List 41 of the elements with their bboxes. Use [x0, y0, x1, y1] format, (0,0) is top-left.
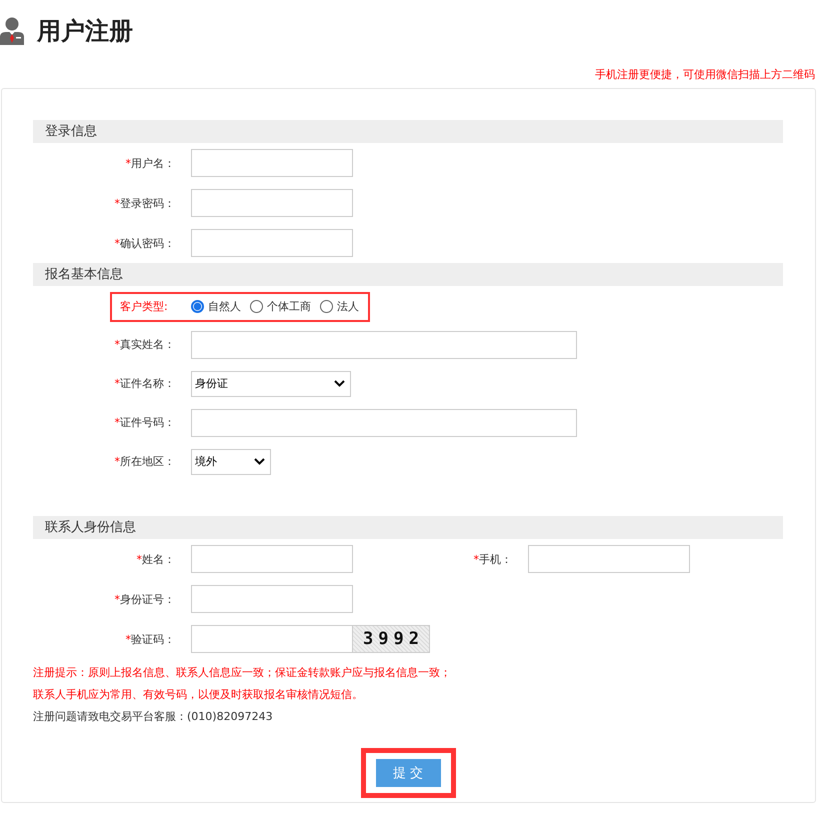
page-title: 用户注册 — [37, 16, 133, 46]
input-field[interactable] — [191, 149, 353, 177]
notice-text: 注册提示：原则上报名信息、联系人信息应一致；保证金转款账户应与报名信息一致； — [33, 666, 451, 679]
user-icon — [0, 17, 24, 45]
mobile-note: 手机注册更便捷，可使用微信扫描上方二维码 — [595, 66, 815, 82]
input-field[interactable] — [191, 545, 353, 573]
chevron-down-icon — [254, 458, 265, 465]
radio-label[interactable]: 个体工商 — [267, 299, 311, 314]
field-label: *登录密码： — [114, 196, 175, 210]
radio-button[interactable] — [250, 300, 263, 313]
field-label: *证件名称： — [114, 376, 175, 391]
radio-label[interactable]: 自然人 — [208, 299, 241, 314]
field-label: 客户类型: — [120, 299, 169, 314]
captcha-image[interactable]: 3992 — [353, 625, 430, 653]
section-header: 报名基本信息 — [33, 263, 783, 286]
dropdown[interactable]: 境外 — [191, 448, 271, 474]
notice-text: 联系人手机应为常用、有效号码，以便及时获取报名审核情况短信。 — [33, 688, 363, 701]
field-label: *身份证号： — [114, 592, 175, 606]
input-field[interactable] — [528, 545, 690, 573]
radio-button[interactable] — [191, 300, 204, 313]
radio-label[interactable]: 法人 — [337, 299, 359, 314]
input-field[interactable] — [191, 189, 353, 217]
section-header: 登录信息 — [33, 120, 783, 143]
chevron-down-icon — [334, 380, 345, 387]
notice-text: 注册问题请致电交易平台客服：(010)82097243 — [33, 710, 273, 723]
field-label: *手机： — [472, 552, 512, 566]
input-field[interactable] — [191, 330, 577, 358]
field-label: *证件号码： — [114, 415, 175, 430]
input-field[interactable] — [191, 408, 577, 436]
field-label: *所在地区： — [114, 454, 175, 469]
input-field[interactable] — [191, 585, 353, 613]
field-label: *用户名： — [124, 156, 175, 170]
field-label: *姓名： — [136, 552, 175, 566]
field-label: *确认密码： — [114, 236, 175, 250]
input-field[interactable] — [191, 229, 353, 257]
dropdown[interactable]: 身份证 — [191, 370, 351, 396]
radio-button[interactable] — [320, 300, 333, 313]
field-label: *真实姓名： — [114, 337, 175, 352]
section-header: 联系人身份信息 — [33, 516, 783, 539]
field-label: *验证码： — [124, 632, 175, 646]
input-field[interactable] — [191, 625, 353, 653]
